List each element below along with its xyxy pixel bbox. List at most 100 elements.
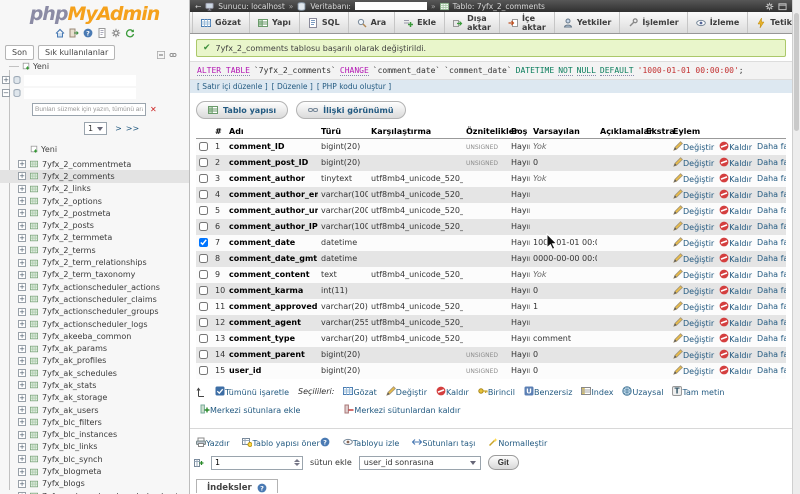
row-checkbox[interactable] xyxy=(199,350,208,359)
change-column-link[interactable]: Değiştir xyxy=(673,157,714,169)
expand-toggle[interactable] xyxy=(18,406,26,414)
tab-tracking[interactable]: İzleme xyxy=(688,12,749,33)
new-database-item[interactable]: Yeni xyxy=(0,60,189,72)
tab-sql[interactable]: SQL xyxy=(300,12,349,33)
expand-toggle[interactable] xyxy=(18,369,26,377)
change-column-link[interactable]: Değiştir xyxy=(673,285,714,297)
selected-action-browse[interactable]: Gözat xyxy=(343,386,376,397)
favorite-tables-tab[interactable]: Sık kullanılanlar xyxy=(38,45,115,60)
selected-action-spatial[interactable]: Uzaysal xyxy=(622,386,663,397)
change-column-link[interactable]: Değiştir xyxy=(673,205,714,217)
drop-column-link[interactable]: Kaldır xyxy=(719,301,752,313)
expand-toggle[interactable] xyxy=(18,455,26,463)
more-actions-link[interactable]: Daha fazla xyxy=(757,206,786,216)
tree-page-next[interactable]: > xyxy=(115,124,122,133)
sidebar-table-item[interactable]: 7yfx_blogs xyxy=(0,478,189,490)
sidebar-table-item[interactable]: 7yfx_ak_users xyxy=(0,404,189,416)
row-checkbox[interactable] xyxy=(199,270,208,279)
change-column-link[interactable]: Değiştir xyxy=(673,349,714,361)
breadcrumb-server[interactable]: Sunucu: localhost xyxy=(218,2,284,11)
more-actions-link[interactable]: Daha fazla xyxy=(757,334,786,344)
row-checkbox[interactable] xyxy=(199,286,208,295)
sidebar-table-item[interactable]: 7yfx_ak_profiles xyxy=(0,355,189,367)
expand-toggle[interactable] xyxy=(18,172,26,180)
go-button[interactable]: Git xyxy=(488,455,519,470)
sidebar-table-item[interactable]: 7yfx_akeeba_common xyxy=(0,330,189,342)
breadcrumb-database[interactable]: Veritabanı: xyxy=(310,2,351,11)
row-checkbox[interactable] xyxy=(199,302,208,311)
expand-toggle[interactable] xyxy=(18,418,26,426)
sidebar-table-item[interactable]: 7yfx_blc_instances xyxy=(0,429,189,441)
change-column-link[interactable]: Değiştir xyxy=(673,141,714,153)
tab-structure[interactable]: Yapı xyxy=(250,12,300,33)
drop-column-link[interactable]: Kaldır xyxy=(719,365,752,377)
refresh-icon[interactable] xyxy=(125,28,135,38)
expand-toggle[interactable] xyxy=(18,381,26,389)
column-count-stepper[interactable] xyxy=(211,456,303,470)
row-checkbox[interactable] xyxy=(199,318,208,327)
more-actions-link[interactable]: Daha fazla xyxy=(757,254,786,264)
more-actions-link[interactable]: Daha fazla xyxy=(757,142,786,152)
change-column-link[interactable]: Değiştir xyxy=(673,253,714,265)
settings-icon[interactable] xyxy=(111,28,121,38)
drop-column-link[interactable]: Kaldır xyxy=(719,285,752,297)
expand-toggle[interactable] xyxy=(18,222,26,230)
change-column-link[interactable]: Değiştir xyxy=(673,221,714,233)
expand-toggle[interactable] xyxy=(18,259,26,267)
new-table-item[interactable]: Yeni xyxy=(0,143,189,155)
tree-filter-input[interactable] xyxy=(32,103,146,116)
sidebar-table-item[interactable]: 7yfx_ak_params xyxy=(0,342,189,354)
sidebar-table-item[interactable]: 7yfx_actionscheduler_groups xyxy=(0,306,189,318)
change-column-link[interactable]: Değiştir xyxy=(673,301,714,313)
sidebar-table-item[interactable]: 7yfx_2_term_relationships xyxy=(0,256,189,268)
sidebar-table-item[interactable]: 7yfx_ak_schedules xyxy=(0,367,189,379)
change-column-link[interactable]: Değiştir xyxy=(673,237,714,249)
tool-normalize[interactable]: Normalleştir xyxy=(488,437,547,448)
drop-column-link[interactable]: Kaldır xyxy=(719,333,752,345)
drop-column-link[interactable]: Kaldır xyxy=(719,317,752,329)
change-column-link[interactable]: Değiştir xyxy=(673,173,714,185)
relation-view-button[interactable]: İlişki görünümü xyxy=(296,101,405,119)
drop-column-link[interactable]: Kaldır xyxy=(719,221,752,233)
expand-toggle[interactable] xyxy=(18,160,26,168)
database-item-collapsed[interactable] xyxy=(0,74,189,86)
edit-link[interactable]: [ Düzenle ] xyxy=(272,82,313,91)
row-checkbox[interactable] xyxy=(199,254,208,263)
more-actions-link[interactable]: Daha fazla xyxy=(757,190,786,200)
expand-toggle[interactable] xyxy=(18,394,26,402)
tool-propose-structure[interactable]: Tablo yapısı öner? xyxy=(242,437,329,448)
more-actions-link[interactable]: Daha fazla xyxy=(757,222,786,232)
sidebar-table-item[interactable]: 7yfx_actionscheduler_actions xyxy=(0,281,189,293)
expand-toggle[interactable] xyxy=(18,332,26,340)
tab-search[interactable]: Ara xyxy=(349,12,396,33)
expand-toggle[interactable] xyxy=(18,443,26,451)
sidebar-table-item[interactable]: 7yfx_2_terms xyxy=(0,244,189,256)
row-checkbox[interactable] xyxy=(199,334,208,343)
row-checkbox[interactable] xyxy=(199,206,208,215)
more-actions-link[interactable]: Daha fazla xyxy=(757,302,786,312)
drop-column-link[interactable]: Kaldır xyxy=(719,237,752,249)
expand-toggle[interactable] xyxy=(18,185,26,193)
selected-action-change[interactable]: Değiştir xyxy=(386,386,427,397)
expand-toggle[interactable] xyxy=(18,271,26,279)
check-all-link[interactable]: Tümünü işaretle xyxy=(215,386,289,397)
tab-operations[interactable]: İşlemler xyxy=(620,12,687,33)
table-structure-button[interactable]: Tablo yapısı xyxy=(196,101,288,119)
row-checkbox[interactable] xyxy=(199,366,208,375)
more-actions-link[interactable]: Daha fazla xyxy=(757,238,786,248)
add-to-central-columns-link[interactable]: Merkezi sütunlara ekle xyxy=(200,404,300,415)
sidebar-table-item[interactable]: 7yfx_2_options xyxy=(0,195,189,207)
sidebar-table-item[interactable]: 7yfx_actionscheduler_claims xyxy=(0,293,189,305)
sidebar-table-item[interactable]: 7yfx_blc_filters xyxy=(0,416,189,428)
sidebar-table-item[interactable]: 7yfx_ak_storage xyxy=(0,392,189,404)
vertical-scrollbar[interactable] xyxy=(792,0,800,494)
drop-column-link[interactable]: Kaldır xyxy=(719,269,752,281)
breadcrumb-table[interactable]: Tablo: 7yfx_2_comments xyxy=(453,2,545,11)
recent-tables-tab[interactable]: Son xyxy=(5,45,34,60)
docs-icon[interactable] xyxy=(97,28,107,38)
drop-column-link[interactable]: Kaldır xyxy=(719,253,752,265)
tree-page-select[interactable]: 1 xyxy=(84,122,107,135)
drop-column-link[interactable]: Kaldır xyxy=(719,141,752,153)
change-column-link[interactable]: Değiştir xyxy=(673,365,714,377)
selected-action-index[interactable]: Index xyxy=(581,386,613,397)
